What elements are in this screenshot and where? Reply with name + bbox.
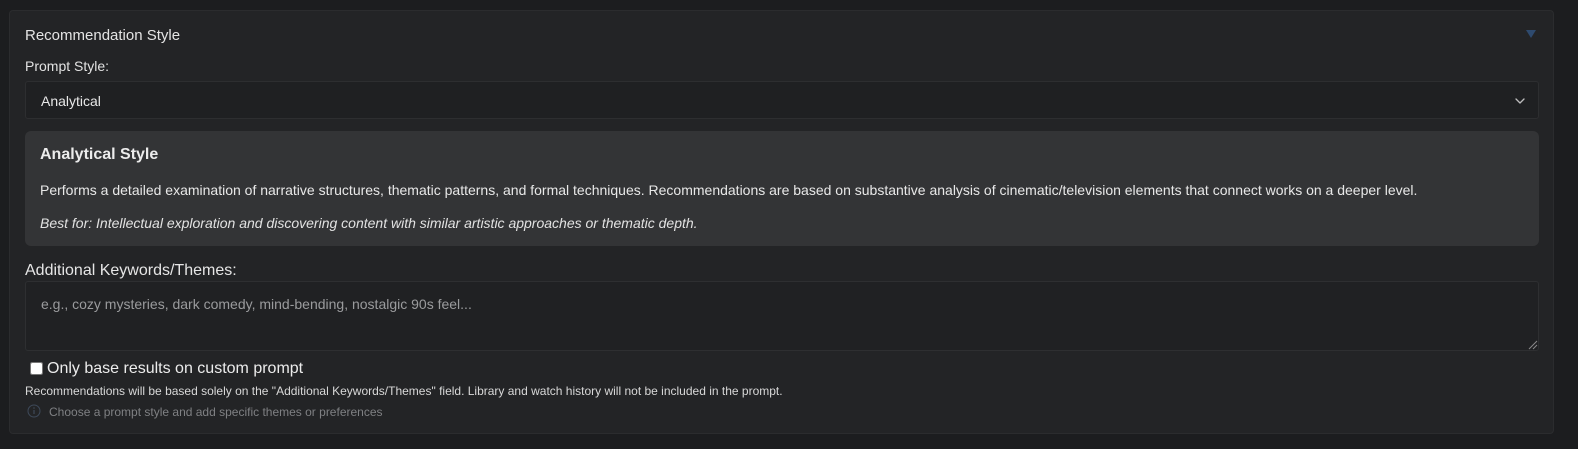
style-card-description: Performs a detailed examination of narra… [40, 182, 1418, 198]
style-card-title: Analytical Style [40, 146, 159, 163]
hint-text: Choose a prompt style and add specific t… [49, 405, 383, 419]
custom-prompt-checkbox[interactable] [30, 362, 43, 375]
recommendation-style-panel: Recommendation Style Prompt Style: Analy… [9, 10, 1554, 434]
info-icon [27, 404, 41, 418]
style-description-card: Analytical Style Performs a detailed exa… [25, 131, 1539, 246]
prompt-style-select[interactable]: Analytical [25, 81, 1539, 119]
keywords-textarea[interactable] [25, 281, 1539, 351]
keywords-label: Additional Keywords/Themes: [25, 262, 237, 279]
custom-prompt-help-text: Recommendations will be based solely on … [25, 384, 783, 398]
chevron-down-icon [1515, 98, 1525, 104]
style-card-best-for: Best for: Intellectual exploration and d… [40, 215, 698, 231]
custom-prompt-label[interactable]: Only base results on custom prompt [47, 360, 303, 378]
prompt-style-selected-value: Analytical [41, 93, 101, 109]
prompt-style-label: Prompt Style: [25, 58, 110, 74]
resize-handle-icon[interactable] [1526, 338, 1538, 350]
section-title: Recommendation Style [25, 27, 181, 44]
collapse-triangle-icon[interactable] [1525, 28, 1537, 40]
